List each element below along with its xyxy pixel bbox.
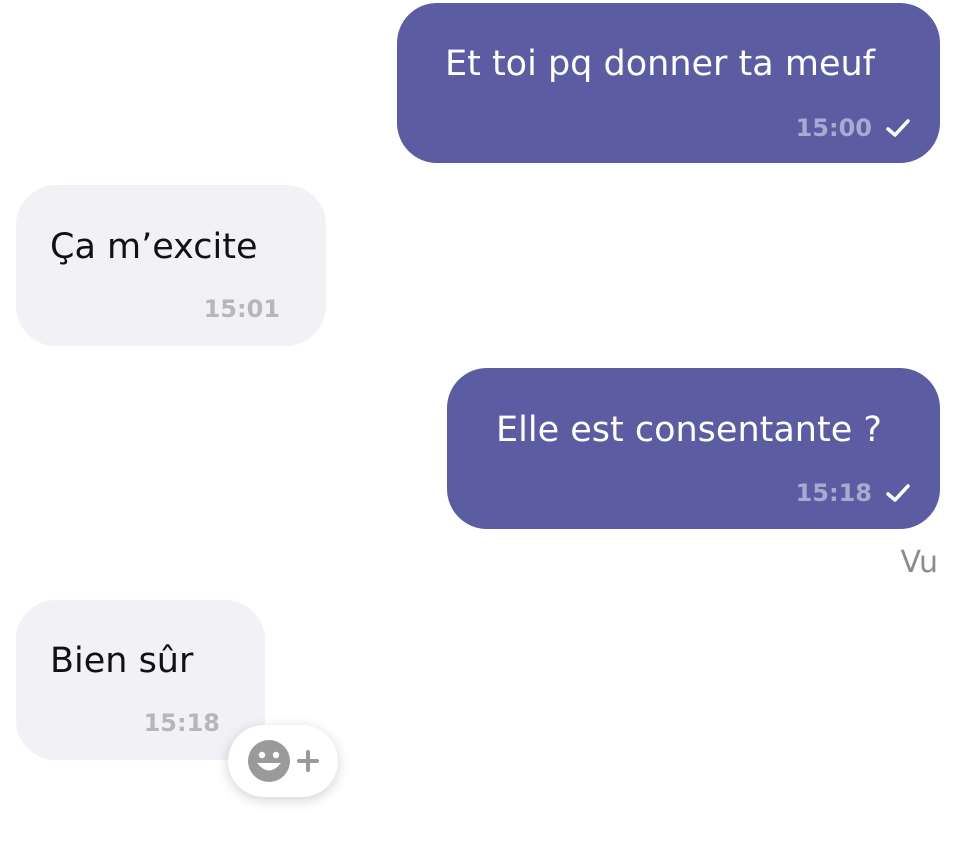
message-bubble-outgoing[interactable]: Et toi pq donner ta meuf 15:00 [397,3,940,163]
message-bubble-outgoing[interactable]: Elle est consentante ? 15:18 [447,368,940,529]
message-time: 15:01 [203,295,280,323]
plus-icon [296,749,320,773]
message-text: Bien sûr [50,641,194,681]
message-meta: 15:01 [204,297,280,321]
message-meta: 15:18 [796,481,910,505]
message-time: 15:00 [795,114,872,142]
check-icon [886,118,910,138]
seen-indicator: Vu [900,545,939,580]
add-reaction-button[interactable] [228,725,338,797]
check-icon [886,483,910,503]
message-time: 15:18 [143,709,220,737]
message-time: 15:18 [795,479,872,507]
smiley-icon [246,738,292,784]
message-text: Elle est consentante ? [496,410,882,450]
message-meta: 15:00 [796,116,910,140]
message-bubble-incoming[interactable]: Bien sûr 15:18 [16,600,265,760]
message-bubble-incoming[interactable]: Ça m’excite 15:01 [16,185,326,346]
message-text: Ça m’excite [50,227,258,267]
message-meta: 15:18 [144,711,220,735]
message-text: Et toi pq donner ta meuf [445,44,875,84]
